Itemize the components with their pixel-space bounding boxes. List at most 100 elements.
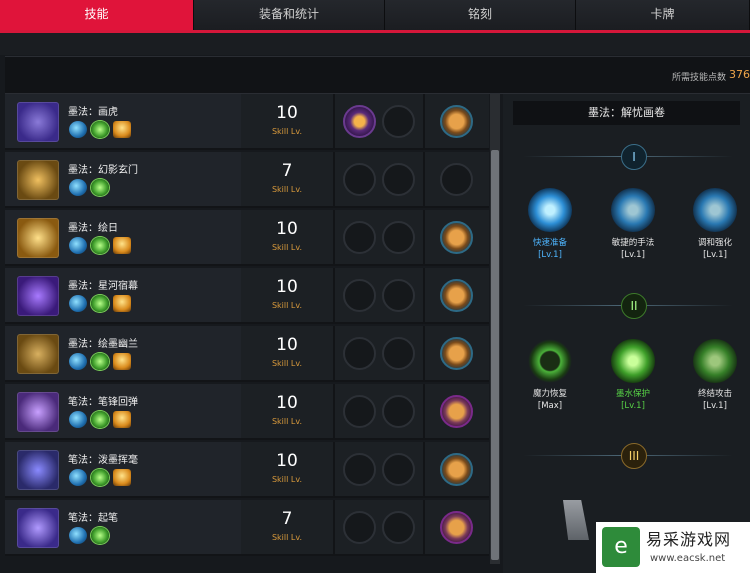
skill-row[interactable]: 墨法：绘日 10 Skill Lv.: [5, 210, 489, 266]
skill-level-label: Skill Lv.: [271, 301, 303, 310]
rune-blue-icon[interactable]: [69, 469, 87, 486]
gem-slot-1[interactable]: [343, 395, 376, 428]
rune-gold-icon[interactable]: [113, 121, 131, 138]
skill-info-cell[interactable]: 笔法：泼墨挥毫: [5, 442, 243, 496]
tab-engraving[interactable]: 铭刻: [385, 0, 576, 30]
rune-green-icon[interactable]: [91, 237, 109, 254]
gem-slot-2[interactable]: [382, 511, 415, 544]
skill-row[interactable]: 笔法：笔锋回弹 10 Skill Lv.: [5, 384, 489, 440]
site-watermark: e 易采游戏网 www.eacsk.net: [596, 522, 750, 573]
skill-row[interactable]: 笔法：起笔 7 Skill Lv.: [5, 500, 489, 556]
skill-level-cell[interactable]: 7 Skill Lv.: [241, 152, 335, 206]
skill-icon[interactable]: [17, 102, 59, 142]
rune-green-icon[interactable]: [91, 469, 109, 486]
tab-skills[interactable]: 技能: [0, 0, 194, 30]
skill-icon[interactable]: [17, 218, 59, 258]
skill-level-cell[interactable]: 10 Skill Lv.: [241, 94, 335, 148]
skill-level-label: Skill Lv.: [271, 417, 303, 426]
rune-slot[interactable]: [440, 453, 473, 486]
skill-level-value: 7: [281, 509, 293, 529]
rune-green-icon[interactable]: [91, 411, 109, 428]
rune-blue-icon[interactable]: [69, 179, 87, 196]
gem-slot-1[interactable]: [343, 163, 376, 196]
skill-list-scrollbar[interactable]: [490, 94, 500, 564]
tripod-node-ink-protection[interactable]: 墨水保护 [Lv.1]: [598, 339, 668, 411]
skill-level-cell[interactable]: 10 Skill Lv.: [241, 384, 335, 438]
rune-slot[interactable]: [440, 221, 473, 254]
gem-slot-1[interactable]: [343, 511, 376, 544]
tripod-node-level: [Lv.1]: [621, 401, 645, 411]
skill-card-cell: [425, 384, 489, 438]
rune-green-icon[interactable]: [91, 121, 109, 138]
tripod-node-quick-prep[interactable]: 快速准备 [Lv.1]: [515, 188, 585, 260]
skill-info-cell[interactable]: 墨法：绘墨幽兰: [5, 326, 243, 380]
rune-green-icon[interactable]: [91, 527, 109, 544]
tab-cards[interactable]: 卡牌: [576, 0, 750, 30]
gem-slot-1[interactable]: [343, 337, 376, 370]
skill-icon[interactable]: [17, 450, 59, 490]
skill-row[interactable]: 墨法：幻影玄门 7 Skill Lv.: [5, 152, 489, 208]
finishing-attack-icon: [693, 339, 737, 383]
skill-info-cell[interactable]: 墨法：星河宿幕: [5, 268, 243, 322]
rune-blue-icon[interactable]: [69, 295, 87, 312]
skill-icon[interactable]: [17, 392, 59, 432]
gem-slot-2[interactable]: [382, 221, 415, 254]
skill-level-cell[interactable]: 10 Skill Lv.: [241, 442, 335, 496]
skill-info-cell[interactable]: 笔法：起笔: [5, 500, 243, 554]
rune-gold-icon[interactable]: [113, 411, 131, 428]
tripod-node-mana-recovery[interactable]: 魔力恢复 [Max]: [515, 339, 585, 411]
tripod-node-agile-technique[interactable]: 敏捷的手法 [Lv.1]: [598, 188, 668, 260]
rune-slot[interactable]: [440, 279, 473, 312]
skill-row[interactable]: 墨法：绘墨幽兰 10 Skill Lv.: [5, 326, 489, 382]
rune-gold-icon[interactable]: [113, 237, 131, 254]
rune-slot[interactable]: [440, 163, 473, 196]
skill-icon[interactable]: [17, 276, 59, 316]
rune-slot[interactable]: [440, 337, 473, 370]
rune-gold-icon[interactable]: [113, 353, 131, 370]
rune-gold-icon[interactable]: [113, 469, 131, 486]
skill-info-cell[interactable]: 墨法：幻影玄门: [5, 152, 243, 206]
skill-info-cell[interactable]: 墨法：画虎: [5, 94, 243, 148]
gem-slot-1[interactable]: [343, 221, 376, 254]
rune-slot[interactable]: [440, 511, 473, 544]
rune-slot[interactable]: [440, 105, 473, 138]
rune-green-icon[interactable]: [91, 295, 109, 312]
rune-slot[interactable]: [440, 395, 473, 428]
tripod-node-harmony-boost[interactable]: 调和强化 [Lv.1]: [680, 188, 750, 260]
skill-level-cell[interactable]: 10 Skill Lv.: [241, 326, 335, 380]
skill-row[interactable]: 笔法：泼墨挥毫 10 Skill Lv.: [5, 442, 489, 498]
rune-blue-icon[interactable]: [69, 237, 87, 254]
gem-slot-2[interactable]: [382, 105, 415, 138]
skill-level-value: 10: [276, 219, 298, 239]
rune-blue-icon[interactable]: [69, 411, 87, 428]
skill-info-cell[interactable]: 墨法：绘日: [5, 210, 243, 264]
gem-slot-1[interactable]: [343, 453, 376, 486]
rune-blue-icon[interactable]: [69, 527, 87, 544]
gem-slot-2[interactable]: [382, 453, 415, 486]
gem-slot-1[interactable]: [343, 105, 376, 138]
rune-green-icon[interactable]: [91, 179, 109, 196]
gem-slot-2[interactable]: [382, 395, 415, 428]
tripod-node-finishing-attack[interactable]: 终结攻击 [Lv.1]: [680, 339, 750, 411]
gem-slot-2[interactable]: [382, 279, 415, 312]
skill-level-label: Skill Lv.: [271, 359, 303, 368]
rune-blue-icon[interactable]: [69, 353, 87, 370]
scrollbar-thumb[interactable]: [491, 150, 499, 560]
skill-icon[interactable]: [17, 508, 59, 548]
rune-green-icon[interactable]: [91, 353, 109, 370]
skill-level-cell[interactable]: 10 Skill Lv.: [241, 210, 335, 264]
skill-row[interactable]: 墨法：星河宿幕 10 Skill Lv.: [5, 268, 489, 324]
skill-info-cell[interactable]: 笔法：笔锋回弹: [5, 384, 243, 438]
rune-blue-icon[interactable]: [69, 121, 87, 138]
skill-icon[interactable]: [17, 160, 59, 200]
gem-slot-2[interactable]: [382, 163, 415, 196]
skill-icon[interactable]: [17, 334, 59, 374]
skill-tripod-runes: [69, 411, 131, 428]
skill-level-cell[interactable]: 7 Skill Lv.: [241, 500, 335, 554]
skill-row[interactable]: 墨法：画虎 10 Skill Lv.: [5, 94, 489, 150]
rune-gold-icon[interactable]: [113, 295, 131, 312]
gem-slot-2[interactable]: [382, 337, 415, 370]
gem-slot-1[interactable]: [343, 279, 376, 312]
tab-equipment-stats[interactable]: 装备和统计: [194, 0, 385, 30]
skill-level-cell[interactable]: 10 Skill Lv.: [241, 268, 335, 322]
